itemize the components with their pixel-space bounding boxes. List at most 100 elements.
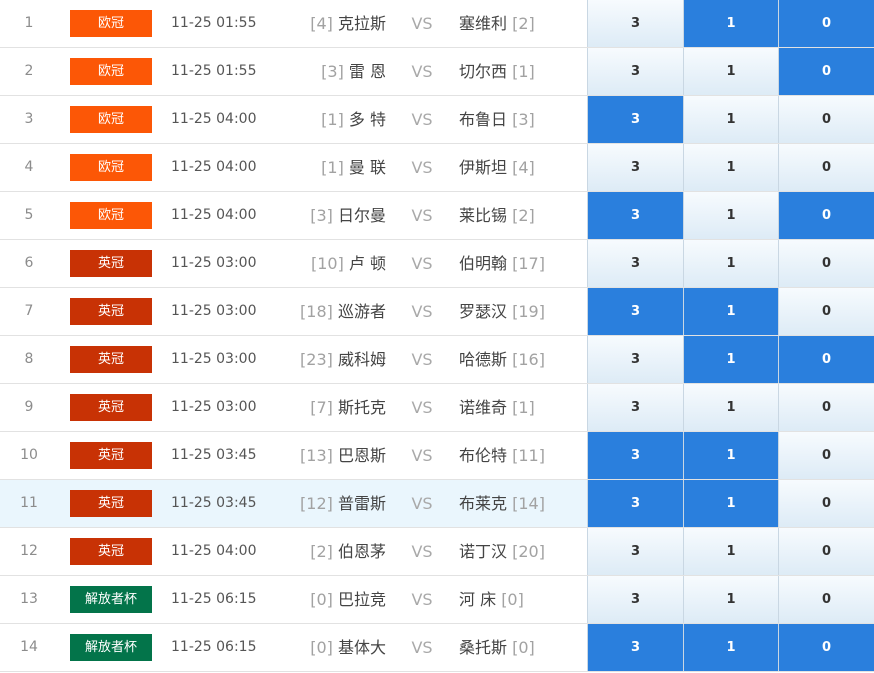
match-row: 2 欧冠 11-25 01:55 [3] 雷 恩 VS 切尔西 [1] 3 1 …	[0, 48, 874, 96]
league-badge[interactable]: 解放者杯	[70, 586, 152, 613]
option-loss-button[interactable]: 0	[778, 480, 874, 527]
option-loss-button[interactable]: 0	[778, 576, 874, 623]
league-badge[interactable]: 英冠	[70, 490, 152, 517]
away-team-name[interactable]: 罗瑟汉	[459, 302, 507, 321]
away-team: 布莱克 [14]	[459, 480, 583, 527]
vs-label: VS	[411, 590, 433, 609]
away-team-name[interactable]: 桑托斯	[459, 638, 507, 657]
home-team-name[interactable]: 巡游者	[338, 302, 386, 321]
option-draw-button[interactable]: 1	[683, 48, 778, 95]
option-draw-button[interactable]: 1	[683, 96, 778, 143]
league-badge[interactable]: 欧冠	[70, 10, 152, 37]
option-loss-button[interactable]: 0	[778, 144, 874, 191]
option-draw-button[interactable]: 1	[683, 480, 778, 527]
home-team-name[interactable]: 曼 联	[349, 158, 386, 177]
home-team-name[interactable]: 基体大	[338, 638, 386, 657]
option-win-button[interactable]: 3	[587, 0, 683, 47]
home-rank: [3]	[310, 206, 333, 225]
home-rank: [13]	[300, 446, 333, 465]
option-loss-button[interactable]: 0	[778, 528, 874, 575]
option-win-button[interactable]: 3	[587, 480, 683, 527]
away-team-name[interactable]: 诺丁汉	[459, 542, 507, 561]
option-draw-button[interactable]: 1	[683, 384, 778, 431]
match-time: 11-25 06:15	[171, 591, 257, 607]
option-win-button[interactable]: 3	[587, 432, 683, 479]
league-badge[interactable]: 英冠	[70, 442, 152, 469]
league-badge[interactable]: 解放者杯	[70, 634, 152, 661]
home-team: [23] 威科姆	[282, 336, 386, 383]
option-loss-button[interactable]: 0	[778, 288, 874, 335]
league-badge[interactable]: 欧冠	[70, 58, 152, 85]
home-team: [0] 巴拉竞	[282, 576, 386, 623]
home-rank: [7]	[310, 398, 333, 417]
option-win-button[interactable]: 3	[587, 336, 683, 383]
league-badge[interactable]: 英冠	[70, 538, 152, 565]
home-team: [10] 卢 顿	[282, 240, 386, 287]
option-draw-button[interactable]: 1	[683, 240, 778, 287]
option-win-button[interactable]: 3	[587, 144, 683, 191]
away-team-name[interactable]: 诺维奇	[459, 398, 507, 417]
home-team-name[interactable]: 多 特	[349, 110, 386, 129]
option-draw-button[interactable]: 1	[683, 288, 778, 335]
option-loss-button[interactable]: 0	[778, 48, 874, 95]
league-badge[interactable]: 英冠	[70, 298, 152, 325]
home-rank: [3]	[321, 62, 344, 81]
away-team-name[interactable]: 伯明翰	[459, 254, 507, 273]
option-loss-button[interactable]: 0	[778, 0, 874, 47]
home-team-name[interactable]: 普雷斯	[338, 494, 386, 513]
match-time: 11-25 03:00	[171, 351, 257, 367]
away-team-name[interactable]: 切尔西	[459, 62, 507, 81]
option-draw-button[interactable]: 1	[683, 624, 778, 671]
away-team-name[interactable]: 布伦特	[459, 446, 507, 465]
option-win-button[interactable]: 3	[587, 48, 683, 95]
option-win-button[interactable]: 3	[587, 288, 683, 335]
match-time: 11-25 03:45	[171, 447, 257, 463]
option-win-button[interactable]: 3	[587, 96, 683, 143]
league-badge[interactable]: 英冠	[70, 394, 152, 421]
option-win-button[interactable]: 3	[587, 384, 683, 431]
away-team-name[interactable]: 莱比锡	[459, 206, 507, 225]
home-team-name[interactable]: 巴恩斯	[338, 446, 386, 465]
away-team-name[interactable]: 塞维利	[459, 14, 507, 33]
option-win-button[interactable]: 3	[587, 624, 683, 671]
option-win-button[interactable]: 3	[587, 240, 683, 287]
away-team-name[interactable]: 哈德斯	[459, 350, 507, 369]
option-draw-button[interactable]: 1	[683, 576, 778, 623]
option-win-button[interactable]: 3	[587, 528, 683, 575]
home-team-name[interactable]: 威科姆	[338, 350, 386, 369]
option-loss-button[interactable]: 0	[778, 192, 874, 239]
home-team-name[interactable]: 克拉斯	[338, 14, 386, 33]
league-badge[interactable]: 欧冠	[70, 154, 152, 181]
away-team-name[interactable]: 布鲁日	[459, 110, 507, 129]
option-loss-button[interactable]: 0	[778, 432, 874, 479]
away-team: 切尔西 [1]	[459, 48, 583, 95]
away-team-name[interactable]: 河 床	[459, 590, 496, 609]
option-draw-button[interactable]: 1	[683, 192, 778, 239]
option-loss-button[interactable]: 0	[778, 336, 874, 383]
option-loss-button[interactable]: 0	[778, 384, 874, 431]
home-team-name[interactable]: 斯托克	[338, 398, 386, 417]
match-number: 5	[24, 207, 34, 223]
home-team-name[interactable]: 日尔曼	[338, 206, 386, 225]
away-team-name[interactable]: 布莱克	[459, 494, 507, 513]
home-team-name[interactable]: 伯恩茅	[338, 542, 386, 561]
option-loss-button[interactable]: 0	[778, 240, 874, 287]
league-badge[interactable]: 英冠	[70, 250, 152, 277]
option-draw-button[interactable]: 1	[683, 144, 778, 191]
league-badge[interactable]: 欧冠	[70, 202, 152, 229]
option-draw-button[interactable]: 1	[683, 0, 778, 47]
home-team-name[interactable]: 卢 顿	[349, 254, 386, 273]
option-draw-button[interactable]: 1	[683, 336, 778, 383]
option-win-button[interactable]: 3	[587, 576, 683, 623]
option-draw-button[interactable]: 1	[683, 528, 778, 575]
option-win-button[interactable]: 3	[587, 192, 683, 239]
match-table: 1 欧冠 11-25 01:55 [4] 克拉斯 VS 塞维利 [2] 3 1 …	[0, 0, 874, 672]
option-loss-button[interactable]: 0	[778, 624, 874, 671]
league-badge[interactable]: 欧冠	[70, 106, 152, 133]
home-team-name[interactable]: 巴拉竞	[338, 590, 386, 609]
away-team-name[interactable]: 伊斯坦	[459, 158, 507, 177]
option-loss-button[interactable]: 0	[778, 96, 874, 143]
option-draw-button[interactable]: 1	[683, 432, 778, 479]
league-badge[interactable]: 英冠	[70, 346, 152, 373]
home-team-name[interactable]: 雷 恩	[349, 62, 386, 81]
